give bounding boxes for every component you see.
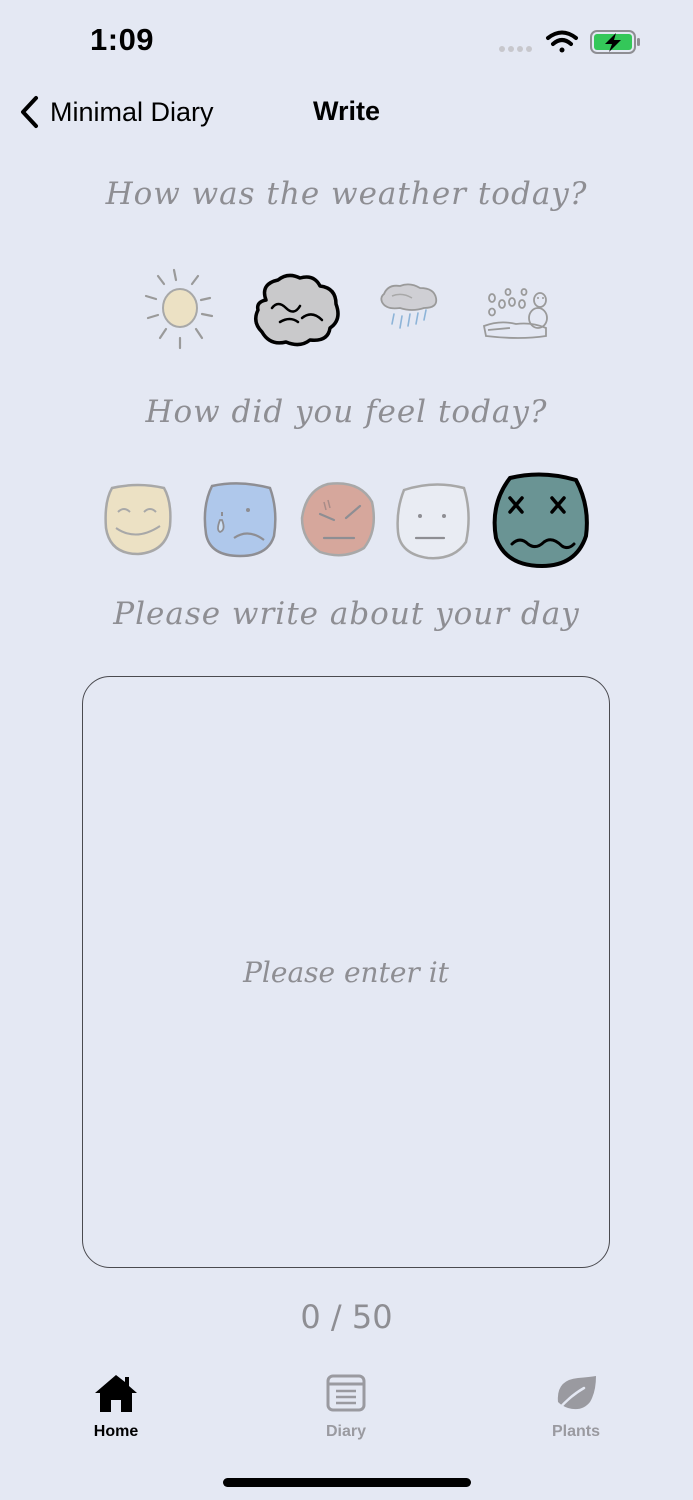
- weather-snowy-button[interactable]: [480, 284, 552, 342]
- tab-plants-label: Plants: [551, 1423, 600, 1440]
- cloud-icon: [254, 273, 340, 347]
- mood-sad-button[interactable]: [200, 480, 280, 560]
- angry-face-icon: [300, 482, 375, 557]
- mood-neutral-button[interactable]: [394, 480, 472, 562]
- tab-diary-label: Diary: [325, 1423, 367, 1440]
- rain-cloud-icon: [380, 283, 438, 329]
- cellular-signal-icon: [499, 46, 532, 52]
- weather-question: How was the weather today?: [105, 176, 588, 212]
- mood-sick-button[interactable]: [490, 470, 592, 570]
- mood-angry-button[interactable]: [298, 480, 378, 560]
- sun-icon: [144, 268, 214, 350]
- character-counter: 0 / 50: [300, 1298, 393, 1336]
- snow-icon: [482, 288, 548, 339]
- weather-cloudy-button[interactable]: [250, 270, 344, 348]
- status-icons: [499, 30, 640, 54]
- neutral-face-icon: [396, 483, 470, 560]
- sick-face-icon: [492, 472, 589, 569]
- tab-home-label: Home: [93, 1423, 139, 1440]
- diary-placeholder: Please enter it: [243, 955, 449, 989]
- battery-charging-icon: [590, 30, 640, 54]
- diary-prompt: Please write about your day: [113, 596, 580, 632]
- wifi-icon: [546, 30, 578, 53]
- mood-happy-button[interactable]: [102, 482, 174, 558]
- weather-sunny-button[interactable]: [140, 266, 222, 352]
- happy-face-icon: [104, 483, 172, 556]
- diary-text-area[interactable]: Please enter it: [82, 676, 610, 1268]
- status-time: 1:09: [90, 22, 155, 57]
- leaf-icon: [556, 1376, 596, 1412]
- tab-diary[interactable]: Diary: [286, 1372, 406, 1441]
- mood-question: How did you feel today?: [145, 394, 548, 430]
- notebook-icon: [326, 1374, 366, 1412]
- tab-home[interactable]: Home: [56, 1372, 176, 1441]
- sad-face-icon: [203, 482, 277, 558]
- home-indicator: [223, 1478, 471, 1487]
- home-icon: [95, 1375, 137, 1412]
- tab-plants[interactable]: Plants: [516, 1372, 636, 1441]
- page-title: Write: [312, 96, 380, 126]
- weather-rainy-button[interactable]: [378, 280, 440, 334]
